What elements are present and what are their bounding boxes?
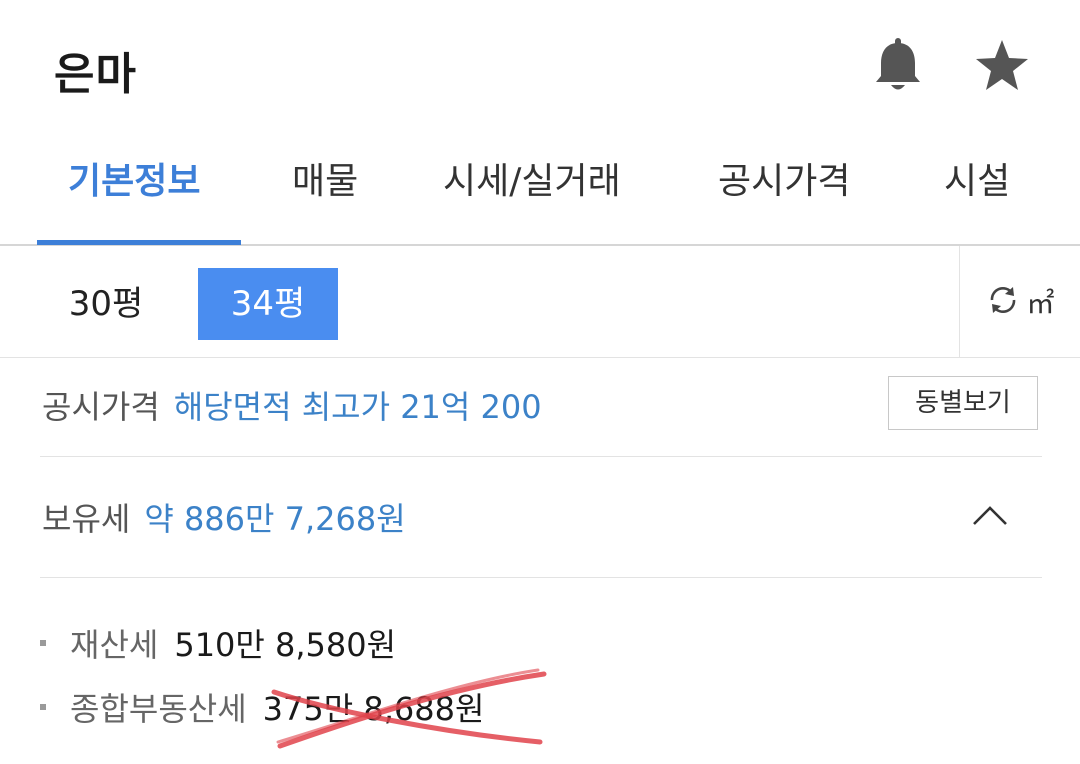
tab-listings[interactable]: 매물 <box>292 152 358 204</box>
page-title: 은마 <box>54 49 137 100</box>
holding-tax-value: 약 886만 7,268원 <box>144 500 406 538</box>
view-by-building-button[interactable]: 동별보기 <box>888 376 1038 430</box>
public-price-value: 해당면적 최고가 21억 200 <box>173 388 542 426</box>
star-icon[interactable] <box>970 34 1034 98</box>
bullet <box>40 704 46 710</box>
refresh-icon <box>986 283 1020 321</box>
area-selector: 30평 34평 ㎡ <box>0 246 1080 358</box>
unit-toggle-button[interactable]: ㎡ <box>959 246 1080 357</box>
area-option-34[interactable]: 34평 <box>198 268 338 340</box>
chevron-up-icon[interactable] <box>970 500 1010 530</box>
app-header: 은마 <box>0 0 1080 130</box>
public-price-row: 공시가격 해당면적 최고가 21억 200 동별보기 <box>40 370 1042 457</box>
property-tax-value: 510만 8,580원 <box>174 626 397 664</box>
unit-label: ㎡ <box>1026 286 1055 320</box>
holding-tax-label: 보유세 <box>42 500 131 538</box>
tab-market-price[interactable]: 시세/실거래 <box>443 152 621 204</box>
active-tab-indicator <box>37 240 241 245</box>
comprehensive-tax-item: 종합부동산세 375만 8,688원 <box>40 684 484 730</box>
tab-bar: 기본정보 매물 시세/실거래 공시가격 시설 <box>0 130 1080 246</box>
public-price-label: 공시가격 <box>42 388 160 426</box>
tab-facilities[interactable]: 시설 <box>944 152 1010 204</box>
property-tax-item: 재산세 510만 8,580원 <box>40 620 396 666</box>
comprehensive-tax-label: 종합부동산세 <box>70 690 247 728</box>
bullet <box>40 640 46 646</box>
tab-public-price[interactable]: 공시가격 <box>718 152 850 204</box>
area-option-30[interactable]: 30평 <box>36 268 176 340</box>
comprehensive-tax-value: 375만 8,688원 <box>262 690 485 728</box>
tab-basic-info[interactable]: 기본정보 <box>68 152 200 204</box>
bell-icon[interactable] <box>866 34 930 98</box>
holding-tax-row[interactable]: 보유세 약 886만 7,268원 <box>40 456 1042 578</box>
property-tax-label: 재산세 <box>70 626 159 664</box>
